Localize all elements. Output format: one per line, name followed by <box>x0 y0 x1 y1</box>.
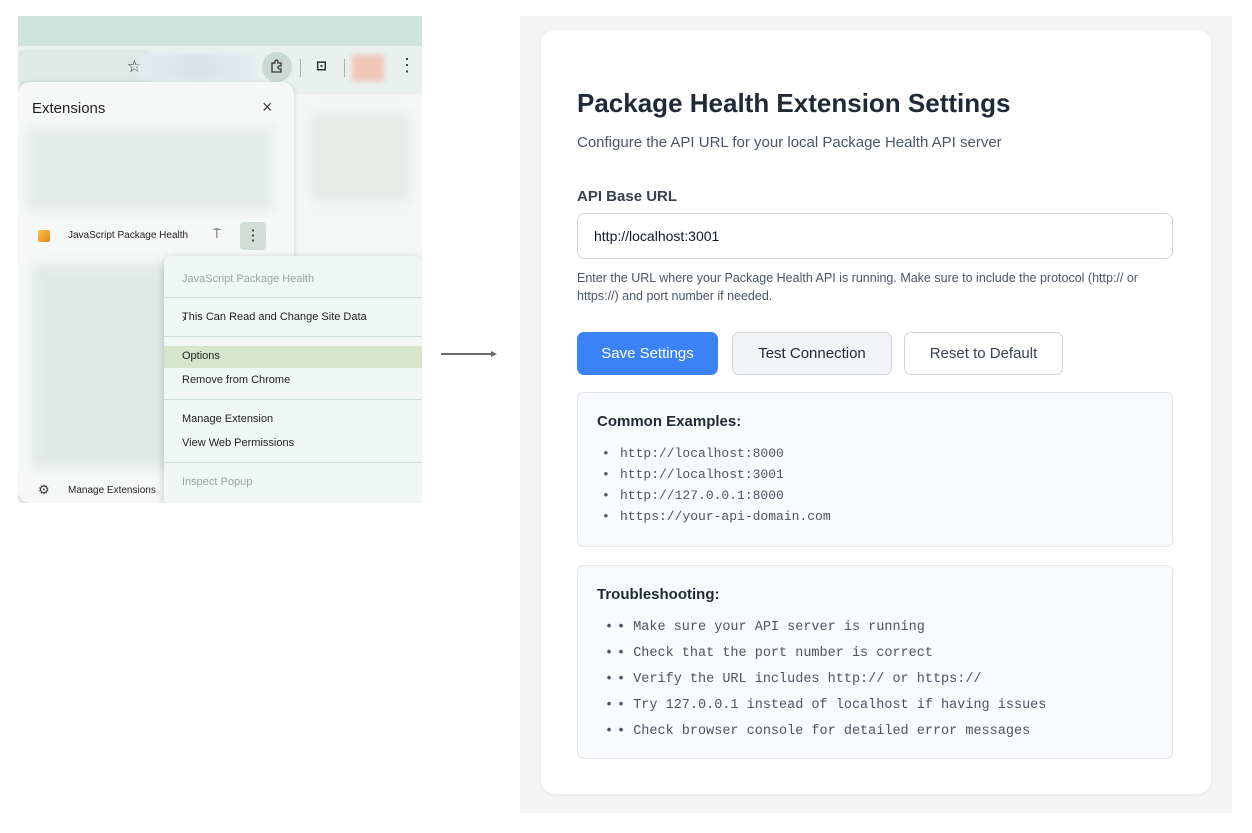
troubleshooting-box: Troubleshooting: • • Make sure your API s… <box>577 565 1173 759</box>
menu-divider <box>164 399 422 400</box>
menu-header: JavaScript Package Health <box>182 273 315 285</box>
arrow-right-icon <box>441 351 497 357</box>
list-item-text: • Verify the URL includes http:// or htt… <box>617 672 982 687</box>
extension-name: JavaScript Package Health <box>68 230 189 241</box>
address-bar[interactable]: ☆ <box>18 50 158 84</box>
menu-divider <box>164 462 422 463</box>
menu-item-permissions[interactable]: View Web Permissions <box>164 437 422 451</box>
list-item: • • Check that the port number is correct <box>578 641 1046 667</box>
toolbar-divider <box>300 59 301 77</box>
list-item: • http://127.0.0.1:8000 <box>578 485 831 506</box>
examples-title: Common Examples: <box>597 413 742 430</box>
bullet-icon: • <box>605 646 614 661</box>
blurred-extension-list <box>32 264 182 469</box>
gear-icon: ⚙ <box>38 482 50 497</box>
list-item: • http://localhost:3001 <box>578 464 831 485</box>
reset-default-button[interactable]: Reset to Default <box>904 332 1063 375</box>
blurred-extension-entry <box>27 128 273 210</box>
list-item-text: • Check browser console for detailed err… <box>617 724 1031 739</box>
troubleshooting-list: • • Make sure your API server is running •… <box>578 615 1046 745</box>
puzzle-icon <box>271 59 282 73</box>
list-item: • • Make sure your API server is running <box>578 615 1046 641</box>
tab-search-icon[interactable]: ⊡ <box>316 58 327 74</box>
extension-row[interactable]: JavaScript Package Health ⍑ ⋮ <box>18 218 294 252</box>
list-item-text: http://localhost:8000 <box>620 446 784 461</box>
troubleshooting-title: Troubleshooting: <box>597 586 720 603</box>
list-item: • • Verify the URL includes http:// or ht… <box>578 667 1046 693</box>
menu-item-inspect: Inspect Popup <box>182 476 253 488</box>
list-item-text: • Make sure your API server is running <box>617 620 925 635</box>
bullet-icon: • <box>602 509 610 524</box>
page-title: Package Health Extension Settings <box>577 88 1011 118</box>
browser-menu-icon[interactable]: ⋮ <box>398 55 416 76</box>
more-options-icon[interactable]: ⋮ <box>240 222 266 250</box>
close-icon[interactable]: × <box>262 97 273 118</box>
bullet-icon: • <box>602 467 610 482</box>
panel-title: Extensions <box>32 100 106 117</box>
extensions-button[interactable] <box>262 52 292 82</box>
pin-icon[interactable]: ⍑ <box>213 226 221 242</box>
manage-extensions-label: Manage Extensions <box>68 485 156 496</box>
chevron-right-icon: › <box>182 311 186 325</box>
list-item-text: • Check that the port number is correct <box>617 646 933 661</box>
list-item: • • Check browser console for detailed er… <box>578 719 1046 745</box>
bullet-icon: • <box>602 446 610 461</box>
browser-extensions-screenshot: ☆ ⊡ ⋮ Extensions × JavaScript Package He… <box>18 16 422 503</box>
list-item-text: • Try 127.0.0.1 instead of localhost if … <box>617 698 1047 713</box>
menu-item-remove[interactable]: Remove from Chrome <box>164 374 422 388</box>
examples-box: Common Examples: • http://localhost:8000 •… <box>577 392 1173 547</box>
package-cube-icon <box>38 230 50 242</box>
test-connection-button[interactable]: Test Connection <box>732 332 892 375</box>
menu-item-site-data[interactable]: This Can Read and Change Site Data › <box>164 311 422 325</box>
bullet-icon: • <box>602 488 610 503</box>
api-url-input[interactable] <box>577 213 1173 259</box>
menu-item-manage[interactable]: Manage Extension <box>164 413 422 427</box>
bullet-icon: • <box>605 698 614 713</box>
profile-avatar[interactable] <box>352 55 384 81</box>
blurred-toolbar-area <box>138 54 258 80</box>
list-item-text: http://127.0.0.1:8000 <box>620 488 784 503</box>
examples-list: • http://localhost:8000 • http://localhost:… <box>578 443 831 527</box>
extension-context-menu: JavaScript Package Health This Can Read … <box>164 256 422 503</box>
list-item: • • Try 127.0.0.1 instead of localhost if… <box>578 693 1046 719</box>
save-settings-button[interactable]: Save Settings <box>577 332 718 375</box>
api-url-label: API Base URL <box>577 188 678 205</box>
list-item: • http://localhost:8000 <box>578 443 831 464</box>
list-item-text: https://your-api-domain.com <box>620 509 831 524</box>
toolbar-divider <box>344 59 345 77</box>
menu-divider <box>164 336 422 337</box>
bullet-icon: • <box>605 724 614 739</box>
bullet-icon: • <box>605 672 614 687</box>
list-item: • https://your-api-domain.com <box>578 506 831 527</box>
blurred-page-content <box>310 112 410 202</box>
bullet-icon: • <box>605 620 614 635</box>
page-subtitle: Configure the API URL for your local Pac… <box>577 134 1002 151</box>
settings-card: Package Health Extension Settings Config… <box>541 30 1211 794</box>
api-url-help-text: Enter the URL where your Package Health … <box>577 271 1138 303</box>
list-item-text: http://localhost:3001 <box>620 467 784 482</box>
menu-item-options[interactable]: Options <box>164 346 422 368</box>
tab-strip <box>18 16 422 46</box>
menu-divider <box>164 297 422 298</box>
